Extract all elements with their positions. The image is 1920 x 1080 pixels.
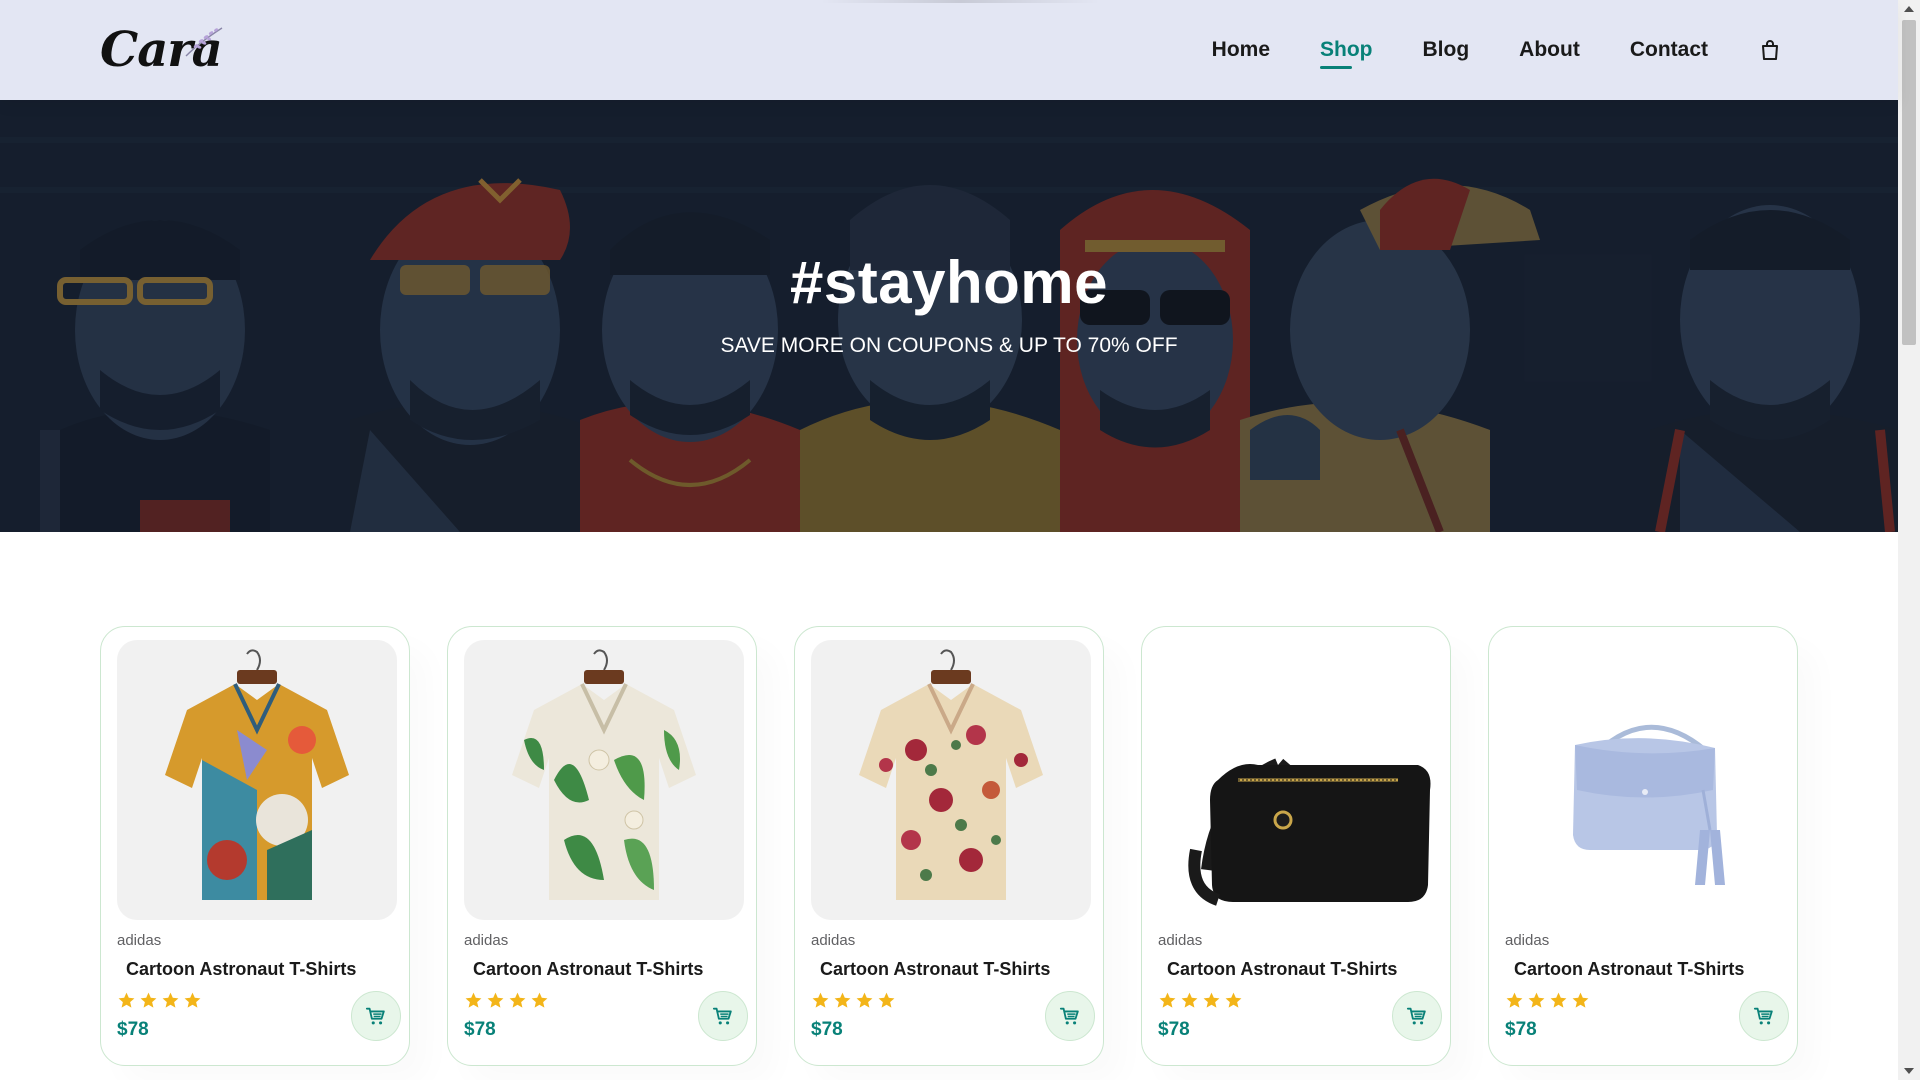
hero-title: #stayhome xyxy=(790,249,1108,316)
product-brand: adidas xyxy=(1505,932,1550,949)
main-nav: Home Shop Blog About Contact xyxy=(1162,0,1782,100)
star-icon xyxy=(1572,992,1589,1008)
product-name[interactable]: Cartoon Astronaut T-Shirts xyxy=(1514,959,1744,980)
scroll-down-arrow-icon[interactable] xyxy=(1904,1068,1914,1074)
star-icon xyxy=(509,992,526,1008)
star-icon xyxy=(118,992,135,1008)
product-card[interactable]: adidas Cartoon Astronaut T-Shirts $78 xyxy=(1488,626,1798,1066)
product-price: $78 xyxy=(811,1019,843,1040)
product-card[interactable]: adidas Cartoon Astronaut T-Shirts $78 xyxy=(1141,626,1451,1066)
black-crossbody-bag-image xyxy=(1188,758,1431,906)
hero-banner: #stayhome SAVE MORE ON COUPONS & UP TO 7… xyxy=(0,100,1898,532)
star-icon xyxy=(834,992,851,1008)
lavender-sprig-icon xyxy=(185,27,223,57)
product-name[interactable]: Cartoon Astronaut T-Shirts xyxy=(473,959,703,980)
cart-icon xyxy=(1406,1007,1426,1025)
cart-icon xyxy=(712,1007,732,1025)
product-price: $78 xyxy=(117,1019,149,1040)
cart-icon xyxy=(1059,1007,1079,1025)
nav-contact[interactable]: Contact xyxy=(1630,38,1708,62)
star-icon xyxy=(465,992,482,1008)
add-to-cart-button[interactable] xyxy=(698,991,748,1041)
nav-home[interactable]: Home xyxy=(1212,38,1270,62)
star-icon xyxy=(531,992,548,1008)
product-rating xyxy=(1505,991,1593,1010)
star-icon xyxy=(1550,992,1567,1008)
hero-subtitle: SAVE MORE ON COUPONS & UP TO 70% OFF xyxy=(720,334,1178,357)
product-rating xyxy=(811,991,899,1010)
add-to-cart-button[interactable] xyxy=(1392,991,1442,1041)
add-to-cart-button[interactable] xyxy=(351,991,401,1041)
product-name[interactable]: Cartoon Astronaut T-Shirts xyxy=(126,959,356,980)
product-image xyxy=(117,640,397,920)
cart-icon xyxy=(1753,1007,1773,1025)
cart-icon xyxy=(365,1007,385,1025)
star-icon xyxy=(162,992,179,1008)
star-icon xyxy=(1506,992,1523,1008)
product-name[interactable]: Cartoon Astronaut T-Shirts xyxy=(820,959,1050,980)
product-card[interactable]: adidas Cartoon Astronaut T-Shirts $78 xyxy=(100,626,410,1066)
star-icon xyxy=(1225,992,1242,1008)
nav-blog[interactable]: Blog xyxy=(1423,38,1470,62)
product-card[interactable]: adidas Cartoon Astronaut T-Shirts $78 xyxy=(794,626,1104,1066)
star-icon xyxy=(856,992,873,1008)
star-icon xyxy=(812,992,829,1008)
green-leaf-floral-shirt-image xyxy=(512,649,696,900)
nav-shop[interactable]: Shop xyxy=(1320,38,1373,69)
light-blue-tassel-bag-image xyxy=(1573,724,1725,885)
header-divider xyxy=(820,0,1100,3)
star-icon xyxy=(487,992,504,1008)
product-card[interactable]: adidas Cartoon Astronaut T-Shirts $78 xyxy=(447,626,757,1066)
star-icon xyxy=(1181,992,1198,1008)
product-image xyxy=(1505,640,1785,920)
product-image xyxy=(1158,640,1438,920)
colorful-abstract-shirt-image xyxy=(165,649,349,900)
product-brand: adidas xyxy=(811,932,856,949)
site-header: Cara Home Shop Blog About Contact xyxy=(0,0,1898,100)
product-image xyxy=(811,640,1091,920)
add-to-cart-button[interactable] xyxy=(1045,991,1095,1041)
product-rating xyxy=(117,991,205,1010)
star-icon xyxy=(1159,992,1176,1008)
star-icon xyxy=(1203,992,1220,1008)
product-brand: adidas xyxy=(1158,932,1203,949)
star-icon xyxy=(184,992,201,1008)
scroll-up-arrow-icon[interactable] xyxy=(1904,6,1914,12)
product-image xyxy=(464,640,744,920)
star-icon xyxy=(1528,992,1545,1008)
product-rating xyxy=(464,991,552,1010)
product-name[interactable]: Cartoon Astronaut T-Shirts xyxy=(1167,959,1397,980)
logo[interactable]: Cara xyxy=(100,20,230,80)
star-icon xyxy=(878,992,895,1008)
product-rating xyxy=(1158,991,1246,1010)
star-icon xyxy=(140,992,157,1008)
product-price: $78 xyxy=(1505,1019,1537,1040)
product-brand: adidas xyxy=(117,932,162,949)
shopping-bag-icon[interactable] xyxy=(1758,38,1782,62)
product-brand: adidas xyxy=(464,932,509,949)
scrollbar-thumb[interactable] xyxy=(1902,20,1916,345)
product-price: $78 xyxy=(1158,1019,1190,1040)
red-rose-floral-shirt-image xyxy=(859,649,1043,900)
product-price: $78 xyxy=(464,1019,496,1040)
add-to-cart-button[interactable] xyxy=(1739,991,1789,1041)
nav-about[interactable]: About xyxy=(1519,38,1580,62)
page-scrollbar[interactable] xyxy=(1898,0,1920,1080)
